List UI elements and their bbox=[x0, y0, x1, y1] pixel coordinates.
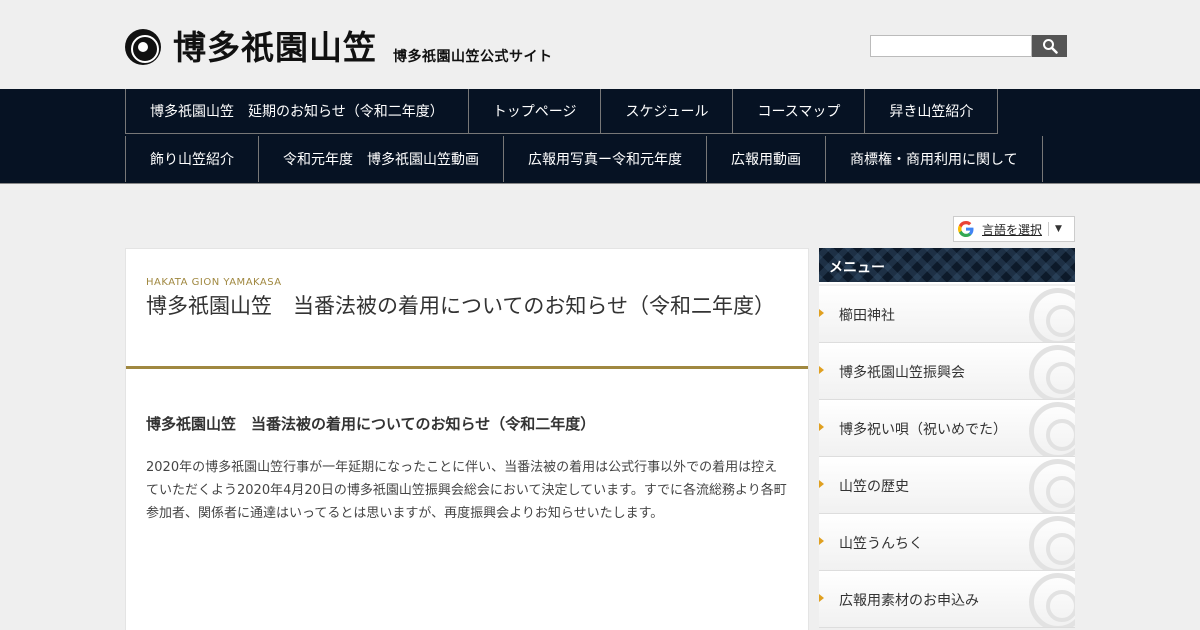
sidebar-header: メニュー bbox=[819, 248, 1075, 284]
language-selector-label: 言語を選択 bbox=[982, 222, 1043, 237]
bullet-arrow-icon bbox=[819, 423, 824, 431]
article-body: 博多祇園山笠 当番法被の着用についてのお知らせ（令和二年度） 2020年の博多祇… bbox=[126, 369, 808, 525]
bullet-arrow-icon bbox=[819, 309, 824, 317]
sidebar-title: メニュー bbox=[829, 260, 885, 276]
bullet-arrow-icon bbox=[819, 480, 824, 488]
sidebar: メニュー 櫛田神社 博多祇園山笠振興会 博多祝い唄（祝いめでた） 山笠の歴史 山… bbox=[819, 248, 1075, 628]
nav-item-schedule[interactable]: スケジュール bbox=[600, 89, 734, 134]
sidebar-item-trivia[interactable]: 山笠うんちく bbox=[819, 514, 1075, 571]
crest-watermark-icon bbox=[1029, 573, 1075, 627]
nav-item-press-photos[interactable]: 広報用写真ー令和元年度 bbox=[503, 136, 707, 182]
dropdown-arrow-icon: ▼ bbox=[1055, 224, 1062, 234]
sidebar-item-press-materials[interactable]: 広報用素材のお申込み bbox=[819, 571, 1075, 628]
site-header: 博多祇園山笠 博多祇園山笠公式サイト bbox=[0, 0, 1200, 89]
search-form bbox=[870, 35, 1067, 57]
bullet-arrow-icon bbox=[819, 594, 824, 602]
site-title: 博多祇園山笠 bbox=[173, 28, 377, 67]
crest-watermark-icon bbox=[1029, 459, 1075, 513]
sidebar-menu: 櫛田神社 博多祇園山笠振興会 博多祝い唄（祝いめでた） 山笠の歴史 山笠うんちく… bbox=[819, 286, 1075, 628]
language-selector[interactable]: 言語を選択 ▼ bbox=[953, 216, 1075, 242]
nav-item-kazariyamakasa[interactable]: 飾り山笠紹介 bbox=[125, 136, 259, 182]
bullet-arrow-icon bbox=[819, 366, 824, 374]
search-icon bbox=[1042, 39, 1058, 54]
divider bbox=[1048, 222, 1050, 236]
crest-watermark-icon bbox=[1029, 402, 1075, 456]
nav-item-video-reiwa1[interactable]: 令和元年度 博多祇園山笠動画 bbox=[258, 136, 504, 182]
sidebar-item-label: 博多祇園山笠振興会 bbox=[839, 365, 965, 381]
article-kicker: HAKATA GION YAMAKASA bbox=[146, 277, 282, 288]
sidebar-item-iwai-uta[interactable]: 博多祝い唄（祝いめでた） bbox=[819, 400, 1075, 457]
bullet-arrow-icon bbox=[819, 537, 824, 545]
article-header: HAKATA GION YAMAKASA 博多祇園山笠 当番法被の着用についての… bbox=[126, 249, 808, 369]
nav-item-top[interactable]: トップページ bbox=[467, 89, 602, 134]
nav-row-2: 飾り山笠紹介 令和元年度 博多祇園山笠動画 広報用写真ー令和元年度 広報用動画 … bbox=[125, 136, 1043, 182]
sidebar-item-label: 山笠うんちく bbox=[839, 536, 923, 552]
article: HAKATA GION YAMAKASA 博多祇園山笠 当番法被の着用についての… bbox=[125, 248, 809, 630]
nav-item-course-map[interactable]: コースマップ bbox=[732, 89, 866, 134]
crest-watermark-icon bbox=[1029, 345, 1075, 399]
sidebar-item-kushida-shrine[interactable]: 櫛田神社 bbox=[819, 286, 1075, 343]
nav-item-postponement[interactable]: 博多祇園山笠 延期のお知らせ（令和二年度） bbox=[125, 89, 469, 134]
sidebar-item-label: 山笠の歴史 bbox=[839, 479, 909, 495]
sidebar-item-label: 櫛田神社 bbox=[839, 308, 895, 324]
sidebar-item-label: 博多祝い唄（祝いめでた） bbox=[839, 422, 1007, 438]
nav-row-1: 博多祇園山笠 延期のお知らせ（令和二年度） トップページ スケジュール コースマ… bbox=[125, 89, 999, 134]
crest-watermark-icon bbox=[1029, 516, 1075, 570]
crest-watermark-icon bbox=[1029, 288, 1075, 342]
search-input[interactable] bbox=[870, 35, 1032, 57]
sidebar-item-label: 広報用素材のお申込み bbox=[839, 593, 979, 609]
sidebar-item-promotion-association[interactable]: 博多祇園山笠振興会 bbox=[819, 343, 1075, 400]
search-button[interactable] bbox=[1032, 35, 1067, 57]
google-icon bbox=[958, 221, 974, 237]
nav-item-press-video[interactable]: 広報用動画 bbox=[706, 136, 826, 182]
crest-icon bbox=[125, 29, 161, 65]
sidebar-item-history[interactable]: 山笠の歴史 bbox=[819, 457, 1075, 514]
nav-item-kakiyamakasa[interactable]: 舁き山笠紹介 bbox=[864, 89, 999, 134]
nav-item-trademark[interactable]: 商標権・商用利用に関して bbox=[825, 136, 1043, 182]
article-title: 博多祇園山笠 当番法被の着用についてのお知らせ（令和二年度） bbox=[146, 294, 775, 318]
main-nav: 博多祇園山笠 延期のお知らせ（令和二年度） トップページ スケジュール コースマ… bbox=[0, 89, 1200, 184]
article-text: 2020年の博多祇園山笠行事が一年延期になったことに伴い、当番法被の着用は公式行… bbox=[146, 460, 787, 521]
site-subtitle: 博多祇園山笠公式サイト bbox=[393, 49, 553, 65]
site-logo[interactable]: 博多祇園山笠 博多祇園山笠公式サイト bbox=[125, 28, 553, 80]
article-heading: 博多祇園山笠 当番法被の着用についてのお知らせ（令和二年度） bbox=[146, 415, 596, 433]
